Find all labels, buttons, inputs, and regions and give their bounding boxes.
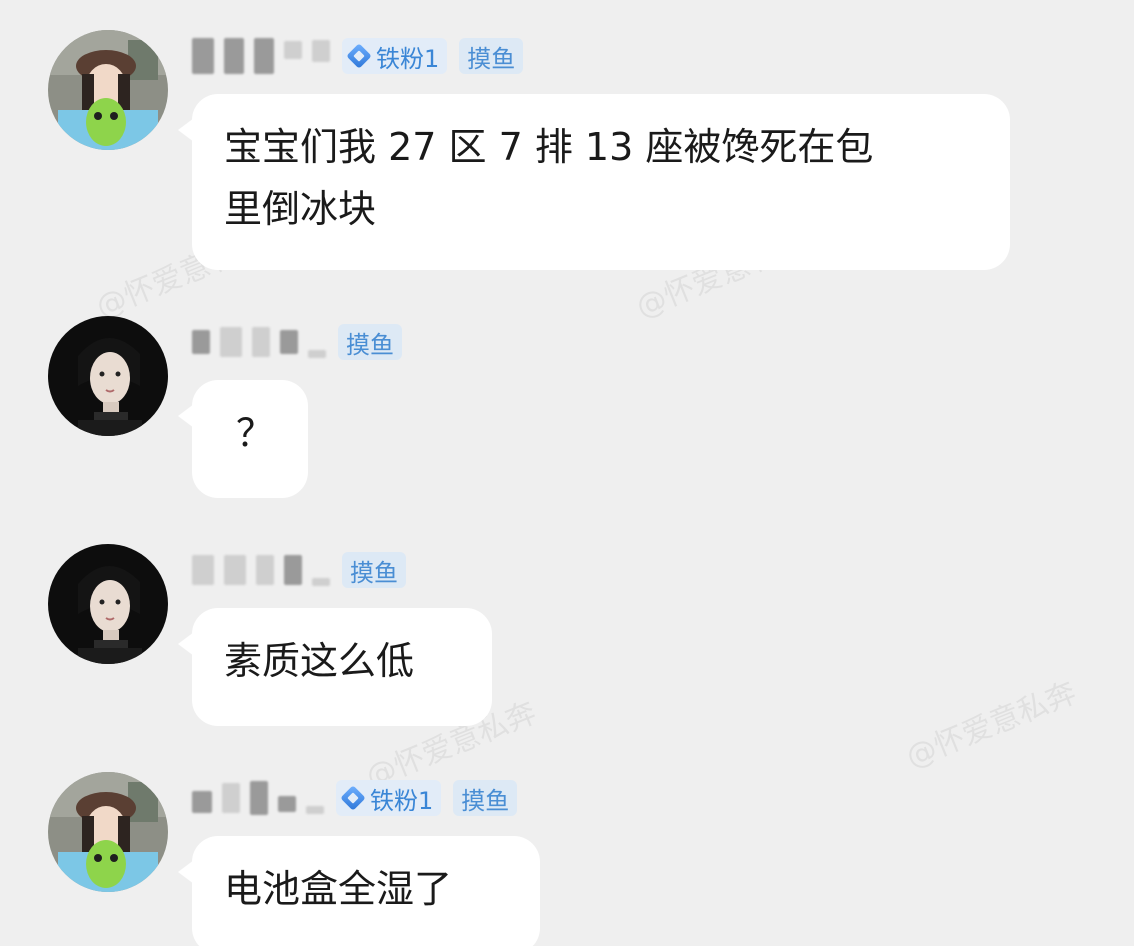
username-redacted[interactable]	[192, 36, 330, 76]
girl-hat-avatar-icon	[48, 30, 168, 150]
fan-badge: 铁粉1	[336, 780, 442, 816]
avatar[interactable]	[48, 772, 168, 892]
chat-view: @怀爱意私奔 @怀爱意私奔 @怀爱意私奔 @怀爱意私奔 铁粉1 摸鱼 宝宝们我 …	[0, 0, 1134, 946]
message-text-line: 素质这么低	[224, 639, 415, 683]
message-text-line: 电池盒全湿了	[224, 867, 453, 911]
avatar[interactable]	[48, 544, 168, 664]
watermark: @怀爱意私奔	[901, 675, 1082, 776]
sender-name-row: 铁粉1 摸鱼	[192, 36, 535, 76]
fan-badge-label: 铁粉1	[376, 44, 440, 73]
fish-badge: 摸鱼	[459, 38, 524, 74]
fan-badge: 铁粉1	[342, 38, 448, 74]
username-redacted[interactable]	[192, 778, 324, 818]
username-redacted[interactable]	[192, 322, 326, 362]
fish-badge: 摸鱼	[338, 324, 402, 360]
fish-badge: 摸鱼	[342, 552, 406, 588]
avatar[interactable]	[48, 316, 168, 436]
sender-name-row: 摸鱼	[192, 322, 414, 362]
avatar[interactable]	[48, 30, 168, 150]
diamond-icon	[346, 43, 372, 69]
message-bubble[interactable]: ？	[178, 380, 308, 498]
sender-name-row: 铁粉1 摸鱼	[192, 778, 529, 818]
dark-portrait-avatar-icon	[48, 316, 168, 436]
girl-hat-avatar-icon	[48, 772, 168, 892]
message-bubble[interactable]: 宝宝们我 27 区 7 排 13 座被馋死在包 里倒冰块	[178, 94, 1010, 270]
message-bubble[interactable]: 素质这么低	[178, 608, 492, 726]
message-text-line: 宝宝们我 27 区 7 排 13 座被馋死在包	[224, 125, 874, 169]
fan-badge-label: 铁粉1	[370, 786, 434, 815]
dark-portrait-avatar-icon	[48, 544, 168, 664]
message-text-line: 里倒冰块	[224, 187, 377, 231]
message-text-line: ？	[236, 411, 275, 455]
sender-name-row: 摸鱼	[192, 550, 418, 590]
diamond-icon	[340, 785, 366, 811]
message-bubble[interactable]: 电池盒全湿了	[178, 836, 540, 946]
fish-badge: 摸鱼	[453, 780, 518, 816]
username-redacted[interactable]	[192, 550, 330, 590]
